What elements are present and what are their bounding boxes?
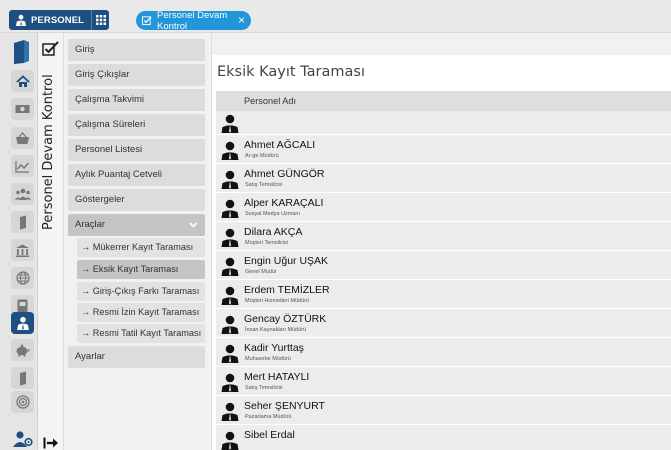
tab-label: Personel Devam Kontrol	[157, 9, 228, 32]
chevron-down-icon	[189, 214, 199, 236]
menu-item-giris[interactable]: Giriş	[68, 39, 205, 61]
person-job-title: Sosyal Medya Uzmanı	[245, 211, 301, 217]
personnel-icon	[13, 12, 29, 28]
personnel-table: Personel Adı Ahmet AĞCALI Ar-ge Müdürü Ahm…	[216, 91, 671, 450]
bank-icon[interactable]	[11, 239, 34, 261]
logo-icon	[14, 40, 29, 64]
submenu-resmi-izin[interactable]: → Resmi İzin Kayıt Taraması	[77, 303, 205, 322]
module-title-rail: Personel Devam Kontrol	[38, 33, 64, 450]
person-icon	[221, 315, 239, 334]
main-content: Eksik Kayıt Taraması Personel Adı Ahmet …	[212, 33, 671, 450]
person-job-title: İnsan Kaynakları Müdürü	[245, 327, 307, 333]
person-icon	[221, 344, 239, 363]
submenu-eksik-kayit[interactable]: → Eksik Kayıt Taraması	[77, 260, 205, 279]
book-icon[interactable]	[11, 211, 34, 233]
person-job-title: Ar-ge Müdürü	[245, 153, 279, 159]
piggy-bank-icon[interactable]	[11, 339, 34, 361]
person-icon	[221, 170, 239, 189]
person-icon	[221, 114, 239, 133]
person-icon	[221, 199, 239, 218]
person-icon	[221, 257, 239, 276]
menu-item-ayarlar[interactable]: Ayarlar	[68, 346, 205, 368]
menu-item-personel-listesi[interactable]: Personel Listesi	[68, 139, 205, 161]
column-header-personel-adi[interactable]: Personel Adı	[216, 91, 671, 111]
person-job-title: Müşteri Hizmetleri Müdürü	[245, 298, 310, 304]
person-name: Alper KARAÇALI	[244, 197, 324, 209]
table-row[interactable]: Erdem TEMİZLER Müşteri Hizmetleri Müdürü	[216, 280, 671, 309]
table-row[interactable]: Gencay ÖZTÜRK İnsan Kaynakları Müdürü	[216, 309, 671, 338]
money-icon[interactable]	[11, 98, 34, 120]
person-job-title: Muhasebe Müdürü	[245, 356, 291, 362]
person-name: Mert HATAYLI	[244, 371, 310, 383]
menu-item-aylik-puantaj[interactable]: Aylık Puantaj Cetveli	[68, 164, 205, 186]
person-name: Kadir Yurttaş	[244, 342, 304, 354]
person-name: Seher ŞENYURT	[244, 400, 325, 412]
personnel-icon[interactable]	[11, 312, 34, 334]
person-job-title: Satış Temsilcisi	[245, 385, 283, 391]
group-icon[interactable]	[11, 183, 34, 205]
tab-personel-devam-kontrol[interactable]: Personel Devam Kontrol ×	[136, 9, 251, 32]
menu-item-label: Araçlar	[75, 219, 106, 230]
table-row[interactable]: Kadir Yurttaş Muhasebe Müdürü	[216, 338, 671, 367]
globe-icon[interactable]	[11, 267, 34, 289]
submenu-giris-cikis-farki[interactable]: → Giriş-Çıkış Farkı Taraması	[77, 282, 205, 301]
target-icon[interactable]	[11, 391, 34, 413]
module-rail	[0, 33, 38, 450]
basket-icon[interactable]	[11, 127, 34, 149]
checkbox-icon	[42, 41, 59, 56]
book2-icon[interactable]	[11, 367, 34, 389]
menu-item-gostergeler[interactable]: Göstergeler	[68, 189, 205, 211]
person-job-title: Satış Temsilcisi	[245, 182, 283, 188]
person-icon	[221, 228, 239, 247]
page-title: Eksik Kayıt Taraması	[217, 64, 365, 80]
module-label: PERSONEL	[31, 14, 85, 26]
submenu-mukerrer-kayit[interactable]: → Mükerrer Kayıt Taraması	[77, 238, 205, 257]
table-row[interactable]: Ahmet GÜNGÖR Satış Temsilcisi	[216, 164, 671, 193]
table-row[interactable]: Mert HATAYLI Satış Temsilcisi	[216, 367, 671, 396]
person-name: Ahmet GÜNGÖR	[244, 168, 325, 180]
person-name: Dilara AKÇA	[244, 226, 303, 238]
menu-item-araclar[interactable]: Araçlar	[68, 214, 205, 236]
navigation-menu: Giriş Giriş Çıkışlar Çalışma Takvimi Çal…	[64, 33, 212, 450]
menu-item-giris-cikislar[interactable]: Giriş Çıkışlar	[68, 64, 205, 86]
table-row[interactable]: Sibel Erdal	[216, 425, 671, 450]
person-icon	[221, 373, 239, 392]
grid-icon[interactable]	[91, 10, 109, 30]
menu-item-calisma-sureleri[interactable]: Çalışma Süreleri	[68, 114, 205, 136]
checkbox-icon	[142, 16, 152, 26]
menu-item-calisma-takvimi[interactable]: Çalışma Takvimi	[68, 89, 205, 111]
table-body: Ahmet AĞCALI Ar-ge Müdürü Ahmet GÜNGÖR Satı…	[216, 111, 671, 450]
person-icon	[221, 141, 239, 160]
person-job-title: Genel Müdür	[245, 269, 277, 275]
top-bar: PERSONEL Personel Devam Kontrol ×	[0, 0, 671, 33]
content-header-band	[212, 33, 671, 55]
person-icon	[221, 431, 239, 450]
table-row[interactable]: Engin Uğur UŞAK Genel Müdür	[216, 251, 671, 280]
sign-out-icon[interactable]	[43, 437, 59, 449]
table-row[interactable]: Ahmet AĞCALI Ar-ge Müdürü	[216, 135, 671, 164]
submenu-resmi-tatil[interactable]: → Resmi Tatil Kayıt Taraması	[77, 324, 205, 343]
person-name: Engin Uğur UŞAK	[244, 255, 329, 267]
person-job-title: Müşteri Temsilcisi	[245, 240, 288, 246]
user-settings-icon[interactable]	[12, 430, 34, 448]
table-row[interactable]	[216, 111, 671, 135]
module-switcher-button[interactable]: PERSONEL	[9, 10, 109, 30]
person-name: Gencay ÖZTÜRK	[244, 313, 327, 325]
table-row[interactable]: Alper KARAÇALI Sosyal Medya Uzmanı	[216, 193, 671, 222]
person-name: Ahmet AĞCALI	[244, 139, 316, 151]
chart-icon[interactable]	[11, 155, 34, 177]
person-name: Erdem TEMİZLER	[244, 284, 330, 296]
table-row[interactable]: Seher ŞENYURT Pazarlama Müdürü	[216, 396, 671, 425]
person-icon	[221, 286, 239, 305]
person-icon	[221, 402, 239, 421]
module-title: Personel Devam Kontrol	[41, 74, 56, 230]
home-icon[interactable]	[11, 70, 34, 92]
table-row[interactable]: Dilara AKÇA Müşteri Temsilcisi	[216, 222, 671, 251]
person-job-title: Pazarlama Müdürü	[245, 414, 292, 420]
close-icon[interactable]: ×	[238, 13, 245, 27]
person-name: Sibel Erdal	[244, 429, 295, 441]
